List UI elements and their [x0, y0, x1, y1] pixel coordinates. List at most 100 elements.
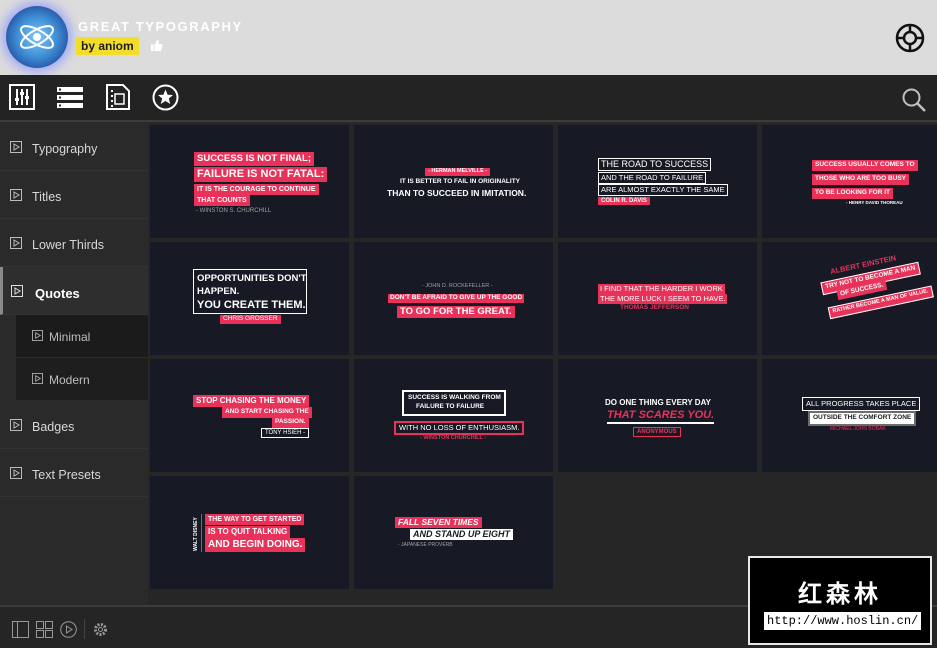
quote-line: THAT SCARES YOU. [607, 410, 715, 424]
quote-line: THAN TO SUCCEED IN IMITATION. [387, 188, 527, 198]
sidebar-item-text-presets[interactable]: Text Presets [0, 449, 148, 497]
sidebar-subitem-minimal[interactable]: Minimal [16, 315, 148, 358]
folder-play-icon [32, 330, 43, 344]
quote-author: TONY HSIEH - [261, 428, 310, 438]
rotated-quote: ALBERT EINSTEIN TRY NOT TO BECOME A MAN … [812, 247, 937, 331]
lifebuoy-icon[interactable] [895, 23, 925, 58]
panel-icon[interactable] [12, 621, 29, 643]
quote-line: AND STAND UP EIGHT [410, 529, 514, 540]
quote-line: ALL PROGRESS TAKES PLACE [802, 397, 921, 411]
watermark-text: 红森林 [798, 581, 882, 608]
quote-line: THOSE WHO ARE TOO BUSY [812, 174, 910, 185]
toolbar [0, 75, 937, 122]
star-icon[interactable] [152, 84, 180, 112]
category-sidebar: Typography Titles Lower Thirds Quotes Mi… [0, 123, 148, 605]
quote-line: THE ROAD TO SUCCESS [598, 158, 712, 171]
preset-tile[interactable]: SUCCESS IS WALKING FROM FAILURE TO FAILU… [354, 359, 553, 472]
quote-line: ARE ALMOST EXACTLY THE SAME [598, 184, 728, 196]
sidebar-subitem-label: Minimal [49, 330, 91, 344]
quote-author: - JOHN D. ROCKEFELLER - [422, 283, 493, 289]
preset-tile[interactable]: ALL PROGRESS TAKES PLACE OUTSIDE THE COM… [762, 359, 937, 472]
quote-line: OPPORTUNITIES DON'T [197, 273, 307, 284]
divider [84, 619, 85, 639]
preset-tile[interactable]: THE ROAD TO SUCCESS AND THE ROAD TO FAIL… [558, 125, 757, 238]
thumbs-up-icon[interactable] [150, 39, 163, 57]
gear-icon[interactable] [92, 621, 109, 643]
quote-author: - WINSTON CHURCHILL - [420, 435, 487, 441]
quote-line: FAILURE IS NOT FATAL: [194, 167, 328, 182]
sliders-icon[interactable] [9, 84, 37, 112]
folder-play-icon [32, 373, 43, 387]
sidebar-subitem-modern[interactable]: Modern [16, 358, 148, 401]
quote-author: THOMAS JEFFERSON [620, 304, 689, 311]
quote-line: AND START CHASING THE [222, 407, 312, 418]
sidebar-item-label: Lower Thirds [32, 238, 105, 252]
quote-author: CHRIS GROSSER [220, 315, 281, 324]
sidebar-item-label: Badges [32, 420, 75, 434]
quote-line: AND THE ROAD TO FAILURE [598, 172, 707, 184]
sidebar-item-label: Titles [32, 190, 62, 204]
quote-author: - HENRY DAVID THOREAU [846, 200, 903, 205]
list-icon[interactable] [57, 84, 85, 112]
search-icon[interactable] [902, 88, 926, 117]
film-icon[interactable] [106, 84, 134, 112]
preset-tile[interactable]: - HERMAN MELVILLE - IT IS BETTER TO FAIL… [354, 125, 553, 238]
preset-tile[interactable]: I FIND THAT THE HARDER I WORK THE MORE L… [558, 242, 757, 355]
quote-line: STOP CHASING THE MONEY [193, 395, 310, 407]
sidebar-item-titles[interactable]: Titles [0, 171, 148, 219]
quote-line: SUCCESS IS WALKING FROM [408, 394, 501, 401]
folder-play-icon [11, 285, 23, 300]
quote-line: YOU CREATE THEM. [197, 299, 306, 311]
quote-author: ANONYMOUS [633, 427, 681, 437]
quote-author: COLIN R. DAVIS [598, 197, 650, 205]
quote-line: IT IS BETTER TO FAIL IN ORIGINALITY [400, 178, 521, 185]
quote-author: WALT DISNEY [193, 517, 199, 551]
folder-play-icon [10, 419, 22, 434]
quote-line: PASSION. [272, 417, 309, 428]
preset-tile[interactable]: STOP CHASING THE MONEY AND START CHASING… [150, 359, 349, 472]
sidebar-item-typography[interactable]: Typography [0, 123, 148, 171]
author-badge[interactable]: by aniom [76, 37, 139, 55]
app-window: GREAT TYPOGRAPHY by aniom Typography Tit… [0, 0, 937, 648]
quote-line: FALL SEVEN TIMES [395, 517, 482, 528]
quote-line: THE WAY TO GET STARTED [205, 514, 305, 525]
quote-author: - HERMAN MELVILLE - [425, 168, 491, 176]
sidebar-item-label: Text Presets [32, 468, 101, 482]
quote-line: THE MORE LUCK I SEEM TO HAVE. [598, 294, 728, 304]
quote-line: IS TO QUIT TALKING [205, 526, 291, 538]
preset-tile[interactable]: OPPORTUNITIES DON'T HAPPEN. YOU CREATE T… [150, 242, 349, 355]
app-title: GREAT TYPOGRAPHY [78, 19, 243, 34]
quote-author: MICHAEL JOHN BOBAK [830, 426, 886, 432]
preset-tile[interactable]: DO ONE THING EVERY DAY THAT SCARES YOU. … [558, 359, 757, 472]
quote-line: I FIND THAT THE HARDER I WORK [598, 284, 725, 294]
folder-play-icon [10, 467, 22, 482]
quote-line: IT IS THE COURAGE TO CONTINUE [194, 184, 319, 195]
preset-tile[interactable]: SUCCESS IS NOT FINAL; FAILURE IS NOT FAT… [150, 125, 349, 238]
preset-tile[interactable]: SUCCESS USUALLY COMES TO THOSE WHO ARE T… [762, 125, 937, 238]
quote-line: HAPPEN. [197, 286, 240, 297]
sidebar-item-quotes[interactable]: Quotes [0, 267, 148, 315]
play-icon[interactable] [60, 621, 77, 643]
quote-line: TO BE LOOKING FOR IT [812, 188, 893, 199]
atom-logo-icon [6, 6, 68, 68]
quote-line: DO ONE THING EVERY DAY [605, 398, 711, 407]
folder-play-icon [10, 237, 22, 252]
grid-icon[interactable] [36, 621, 53, 643]
preset-tile[interactable]: FALL SEVEN TIMES AND STAND UP EIGHT - JA… [354, 476, 553, 589]
preset-tile[interactable]: WALT DISNEY THE WAY TO GET STARTED IS TO… [150, 476, 349, 589]
quote-author: - WINSTON S. CHURCHILL [196, 208, 272, 214]
watermark-url: http://www.hoslin.cn/ [764, 612, 922, 630]
sidebar-item-lower-thirds[interactable]: Lower Thirds [0, 219, 148, 267]
quote-line: SUCCESS IS NOT FINAL; [194, 152, 315, 166]
header: GREAT TYPOGRAPHY by aniom [0, 0, 937, 75]
divider [201, 514, 202, 552]
sidebar-subitem-label: Modern [49, 373, 90, 387]
preset-tile[interactable]: ALBERT EINSTEIN TRY NOT TO BECOME A MAN … [762, 242, 937, 355]
sidebar-item-label: Quotes [35, 286, 80, 301]
quote-line: THAT COUNTS [194, 195, 250, 206]
sidebar-item-label: Typography [32, 142, 98, 156]
sidebar-item-badges[interactable]: Badges [0, 401, 148, 449]
quote-line: DON'T BE AFRAID TO GIVE UP THE GOOD [388, 294, 525, 303]
preset-tile[interactable]: - JOHN D. ROCKEFELLER - DON'T BE AFRAID … [354, 242, 553, 355]
folder-play-icon [10, 141, 22, 156]
